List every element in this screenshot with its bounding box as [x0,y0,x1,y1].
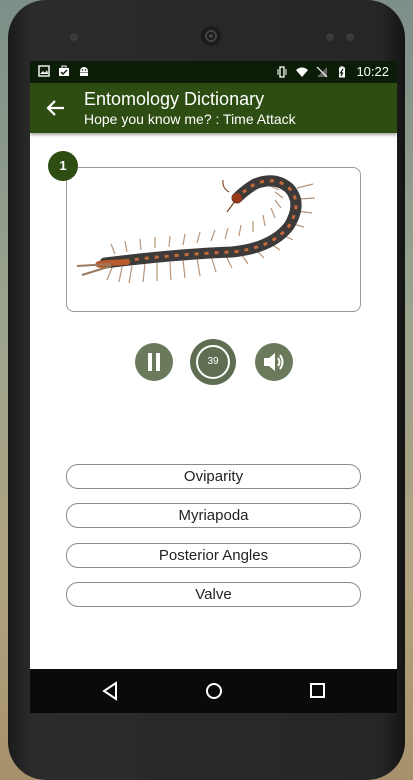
phone-frame: 10:22 Entomology Dictionary Hope you kno… [8,0,405,780]
signal-off-icon [317,66,328,77]
sound-button[interactable] [255,343,293,381]
back-arrow-icon[interactable] [46,98,66,118]
briefcase-notification-icon [59,65,69,76]
pause-button[interactable] [135,343,173,381]
nav-recents-icon[interactable] [309,681,327,701]
sensor-dot [346,33,354,41]
answer-option-4[interactable]: Valve [66,582,361,607]
sensor-dot [326,33,334,41]
earpiece-speaker [201,26,221,46]
status-bar: 10:22 [30,61,397,83]
wifi-icon [296,67,309,77]
answer-option-2[interactable]: Myriapoda [66,503,361,528]
answer-option-3[interactable]: Posterior Angles [66,543,361,568]
pause-icon [148,353,160,371]
app-bar: Entomology Dictionary Hope you know me? … [30,83,397,133]
screen: 10:22 Entomology Dictionary Hope you kno… [30,61,397,713]
vibrate-icon [277,65,287,78]
status-time: 10:22 [356,64,389,79]
timer-value: 39 [196,345,230,379]
image-notification-icon [38,65,50,77]
app-title: Entomology Dictionary [84,89,265,109]
speaker-icon [264,353,284,371]
navigation-bar [30,669,397,713]
countdown-timer: 39 [190,339,236,385]
answer-option-1[interactable]: Oviparity [66,464,361,489]
centipede-image [76,175,316,284]
nav-back-icon[interactable] [101,681,119,701]
question-image-frame [66,167,361,312]
question-number-badge: 1 [48,151,78,181]
app-subtitle: Hope you know me? : Time Attack [84,111,296,127]
battery-charging-icon [339,65,346,77]
nav-home-icon[interactable] [204,681,224,701]
android-notification-icon [80,67,88,76]
front-camera [70,33,78,41]
